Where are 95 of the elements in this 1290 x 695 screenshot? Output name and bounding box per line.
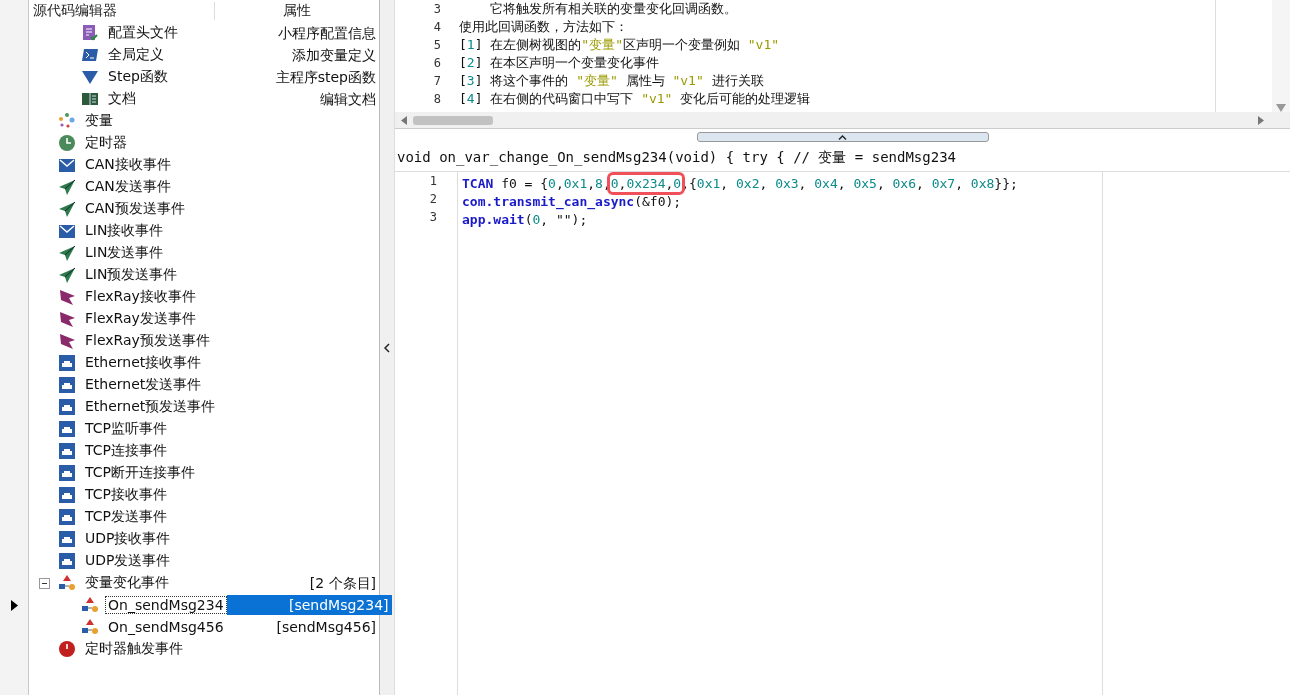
code-line: 它将触发所有相关联的变量变化回调函数。 <box>489 0 739 18</box>
line-number: 3 <box>428 210 438 224</box>
terminal-icon <box>81 46 99 64</box>
code-line: 使用此回调函数，方法如下： <box>459 18 629 36</box>
property-value: [sendMsg234] <box>226 595 392 615</box>
tree-item[interactable]: 定时器 <box>82 133 130 153</box>
envelope-icon <box>58 156 76 174</box>
network-port-icon <box>58 420 76 438</box>
dots-icon <box>58 112 76 130</box>
scroll-thumb[interactable] <box>413 115 493 125</box>
vertical-scrollbar[interactable] <box>1272 0 1290 112</box>
tree-item[interactable]: On_sendMsg456 <box>105 618 227 636</box>
book-icon <box>81 90 99 108</box>
tree-item[interactable]: CAN发送事件 <box>82 177 174 197</box>
property-value: 编辑文档 <box>319 90 377 109</box>
tree-item[interactable]: 配置头文件 <box>105 23 181 43</box>
network-port-icon <box>58 486 76 504</box>
tree-item[interactable]: Ethernet发送事件 <box>82 375 205 395</box>
line-number: 3 <box>432 2 442 16</box>
tree-item[interactable]: 定时器触发事件 <box>82 639 186 659</box>
tree-item[interactable]: 文档 <box>105 89 139 109</box>
shapes-icon <box>81 618 99 636</box>
scroll-left-icon[interactable] <box>401 115 407 125</box>
tree-item[interactable]: 全局定义 <box>105 45 167 65</box>
tree-item[interactable]: FlexRay接收事件 <box>82 287 199 307</box>
network-port-icon <box>58 354 76 372</box>
network-port-icon <box>58 530 76 548</box>
column-header: 属性 <box>282 2 312 20</box>
line-number: 8 <box>432 92 442 106</box>
tree-item[interactable]: 变量变化事件 <box>82 573 172 593</box>
tree-item[interactable]: FlexRay预发送事件 <box>82 331 213 351</box>
line-number: 4 <box>432 20 442 34</box>
tree-item[interactable]: TCP连接事件 <box>82 441 170 461</box>
function-signature: void on_var_change_On_sendMsg234(void) { try { // 变量 = sendMsg234 <box>395 145 1290 172</box>
network-port-icon <box>58 464 76 482</box>
line-number: 2 <box>428 192 438 206</box>
tree-item[interactable]: On_sendMsg234 <box>105 596 227 614</box>
tree-item[interactable]: FlexRay发送事件 <box>82 309 199 329</box>
tree-item[interactable]: UDP发送事件 <box>82 551 174 571</box>
line-number: 5 <box>432 38 442 52</box>
row-pointer-icon <box>10 599 18 611</box>
tree-item[interactable]: TCP监听事件 <box>82 419 170 439</box>
scroll-right-icon[interactable] <box>1258 115 1264 125</box>
code-line: [1] 在左侧树视图的"变量"区声明一个变量例如 "v1" <box>459 36 781 54</box>
tree-item[interactable]: UDP接收事件 <box>82 529 174 549</box>
tree-item[interactable]: TCP接收事件 <box>82 485 170 505</box>
tree-item[interactable]: Ethernet预发送事件 <box>82 397 219 417</box>
paper-plane-icon <box>58 200 76 218</box>
network-port-icon <box>58 552 76 570</box>
line-number: 6 <box>432 56 442 70</box>
tree-item[interactable]: Ethernet接收事件 <box>82 353 205 373</box>
property-value: [sendMsg456] <box>275 618 377 637</box>
collapse-toggle[interactable] <box>39 577 50 589</box>
clock-icon <box>58 134 76 152</box>
document-check-icon <box>81 24 99 42</box>
chevron-up-icon[interactable] <box>838 134 847 140</box>
tree-item[interactable]: CAN接收事件 <box>82 155 174 175</box>
network-port-icon <box>58 376 76 394</box>
flexray-icon <box>58 332 76 350</box>
tree-item[interactable]: 变量 <box>82 111 116 131</box>
code-line: app.wait(0, ""); <box>462 211 589 227</box>
tree-item[interactable]: Step函数 <box>105 67 171 87</box>
network-port-icon <box>58 508 76 526</box>
triangle-icon <box>81 68 99 86</box>
tree-item[interactable]: TCP发送事件 <box>82 507 170 527</box>
property-value: 添加变量定义 <box>291 46 377 65</box>
property-value: 小程序配置信息 <box>277 24 377 43</box>
tree-item[interactable]: LIN接收事件 <box>82 221 167 241</box>
network-port-icon <box>58 398 76 416</box>
tree-item[interactable]: LIN预发送事件 <box>82 265 181 285</box>
paper-plane-icon <box>58 266 76 284</box>
collapse-handle[interactable] <box>696 132 989 142</box>
property-value: [2 个条目] <box>308 574 377 593</box>
paper-plane-icon <box>58 244 76 262</box>
horizontal-scrollbar[interactable] <box>395 112 1290 128</box>
chevron-left-icon[interactable] <box>384 342 390 353</box>
shapes-icon <box>58 574 76 592</box>
line-number: 7 <box>432 74 442 88</box>
flexray-icon <box>58 288 76 306</box>
tree-item[interactable]: TCP断开连接事件 <box>82 463 198 483</box>
tree-item[interactable]: CAN预发送事件 <box>82 199 188 219</box>
code-line: com.transmit_can_async(&f0); <box>462 193 683 209</box>
property-value: 主程序step函数 <box>274 68 377 87</box>
code-line: [4] 在右侧的代码窗口中写下 "v1" 变化后可能的处理逻辑 <box>459 90 812 108</box>
clock-icon <box>58 640 76 658</box>
paper-plane-icon <box>58 178 76 196</box>
envelope-icon <box>58 222 76 240</box>
network-port-icon <box>58 442 76 460</box>
code-line: [3] 将这个事件的 "变量" 属性与 "v1" 进行关联 <box>459 72 765 90</box>
shapes-icon <box>81 596 99 614</box>
tree-item[interactable]: LIN发送事件 <box>82 243 167 263</box>
column-header: 源代码编辑器 <box>29 2 215 20</box>
line-number: 1 <box>428 174 438 188</box>
flexray-icon <box>58 310 76 328</box>
code-line: [2] 在本区声明一个变量变化事件 <box>459 54 661 72</box>
